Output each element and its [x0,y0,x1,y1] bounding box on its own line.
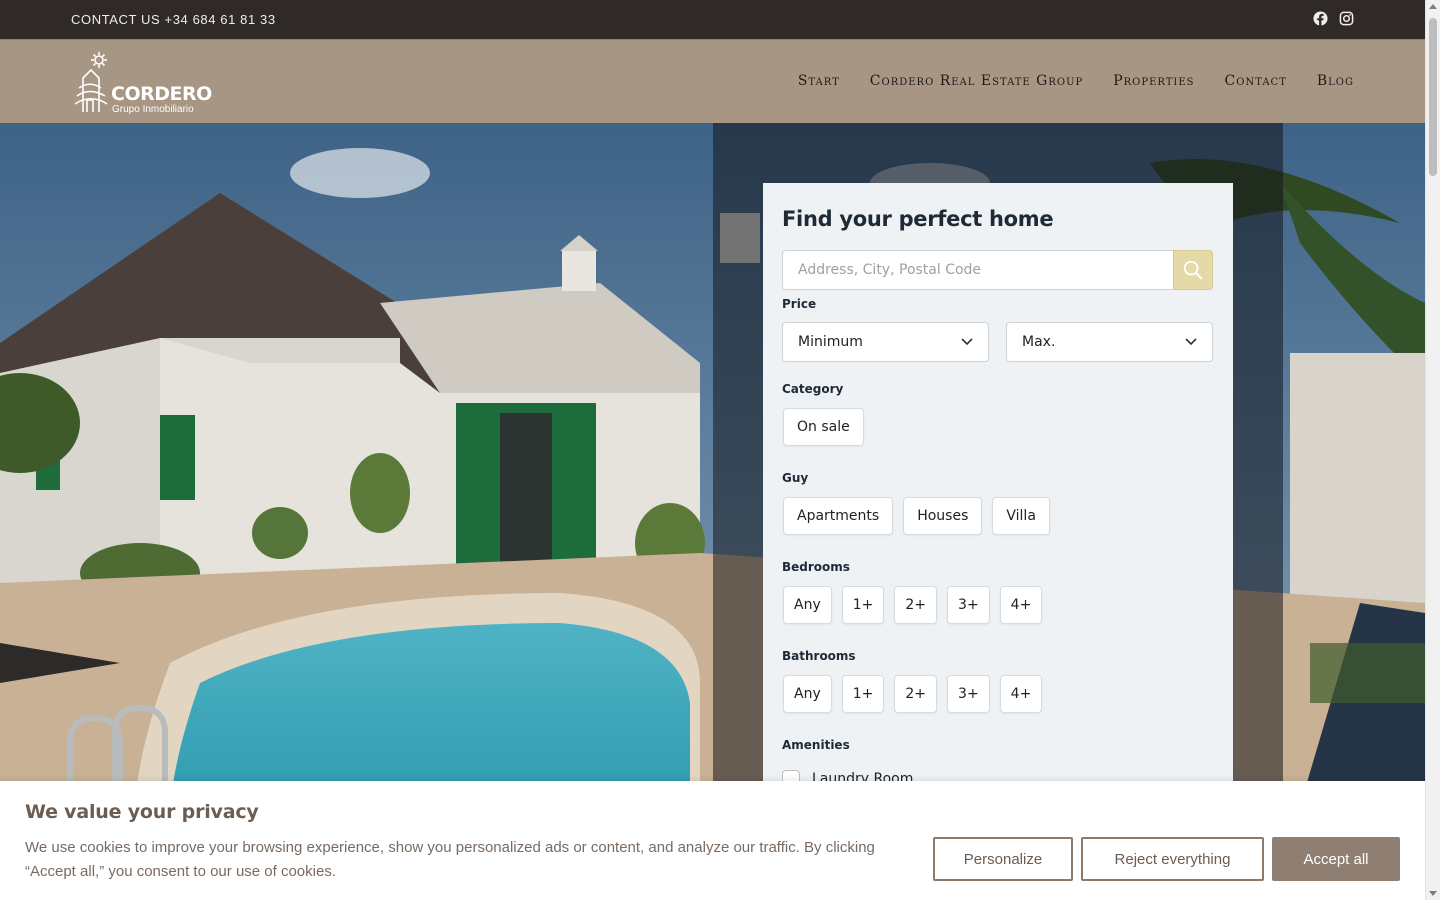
scrollbar-thumb[interactable] [1429,18,1437,176]
nav-contact[interactable]: Contact [1225,73,1287,89]
logo-mark-icon [74,52,108,112]
search-icon [1183,260,1203,280]
search-button[interactable] [1173,250,1213,290]
top-bar: CONTACT US +34 684 61 81 33 [0,0,1425,39]
chevron-down-icon [961,338,973,346]
category-options: On sale [783,408,864,446]
category-on-sale[interactable]: On sale [783,408,864,446]
type-options: Apartments Houses Villa [783,497,1050,535]
price-max-select[interactable]: Max. [1006,322,1213,362]
cookie-banner: We value your privacy We use cookies to … [0,781,1425,900]
bathrooms-4plus[interactable]: 4+ [999,675,1043,713]
price-min-select[interactable]: Minimum [782,322,989,362]
main-nav: Start Cordero Real Estate Group Properti… [798,73,1354,89]
bathrooms-any[interactable]: Any [783,675,832,713]
bedrooms-label: Bedrooms [782,560,850,574]
type-houses[interactable]: Houses [903,497,983,535]
bathrooms-1plus[interactable]: 1+ [841,675,885,713]
nav-start[interactable]: Start [798,73,840,89]
instagram-icon[interactable] [1339,11,1354,26]
facebook-icon[interactable] [1313,11,1328,26]
type-label: Guy [782,471,809,485]
contact-phone[interactable]: CONTACT US +34 684 61 81 33 [71,12,276,27]
site-header: CORDERO Grupo Inmobiliario Start Cordero… [0,39,1425,123]
type-villa[interactable]: Villa [992,497,1050,535]
bathrooms-3plus[interactable]: 3+ [947,675,990,713]
page-scrollbar[interactable] [1425,0,1440,900]
chevron-down-icon [1185,338,1197,346]
bathrooms-options: Any 1+ 2+ 3+ 4+ [783,675,1043,713]
bedrooms-any[interactable]: Any [783,586,832,624]
price-max-value: Max. [1022,334,1056,350]
amenities-label: Amenities [782,738,850,752]
scroll-down-icon[interactable] [1429,891,1437,896]
search-bar [782,250,1213,290]
nav-blog[interactable]: Blog [1317,73,1354,89]
scroll-up-icon[interactable] [1429,4,1437,9]
personalize-button[interactable]: Personalize [933,837,1073,881]
bedrooms-4plus[interactable]: 4+ [999,586,1043,624]
bathrooms-label: Bathrooms [782,649,856,663]
bedrooms-1plus[interactable]: 1+ [841,586,885,624]
reject-all-button[interactable]: Reject everything [1081,837,1264,881]
cookie-title: We value your privacy [25,801,259,823]
nav-properties[interactable]: Properties [1113,73,1194,89]
category-label: Category [782,382,844,396]
logo-subtitle: Grupo Inmobiliario [112,104,194,115]
bedrooms-2plus[interactable]: 2+ [894,586,938,624]
price-min-value: Minimum [798,334,863,350]
cordero-logo[interactable]: CORDERO Grupo Inmobiliario [71,50,212,116]
cookie-text: We use cookies to improve your browsing … [25,839,875,880]
social-links [1313,11,1354,26]
type-apartments[interactable]: Apartments [783,497,894,535]
accept-all-button[interactable]: Accept all [1272,837,1400,881]
bedrooms-options: Any 1+ 2+ 3+ 4+ [783,586,1043,624]
nav-cordero-real-estate-group[interactable]: Cordero Real Estate Group [870,73,1083,89]
bathrooms-2plus[interactable]: 2+ [894,675,938,713]
price-label: Price [782,297,817,311]
logo-brand: CORDERO [111,83,212,105]
address-search-input[interactable] [782,250,1173,290]
search-title: Find your perfect home [782,207,1054,231]
bedrooms-3plus[interactable]: 3+ [947,586,990,624]
search-card: Find your perfect home Price Minimum Max… [763,183,1233,793]
